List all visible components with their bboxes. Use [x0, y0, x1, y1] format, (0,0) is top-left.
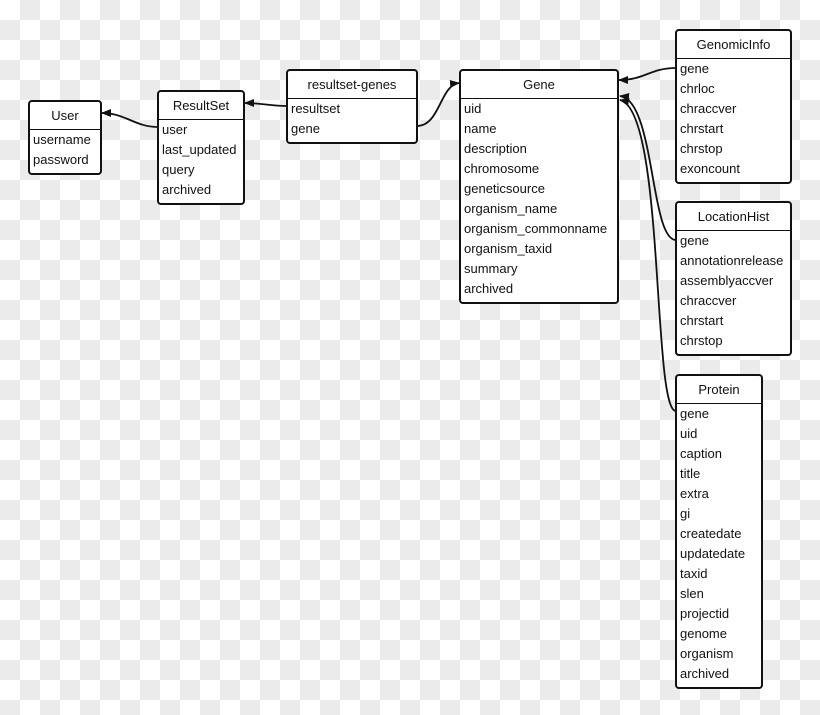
field-row: archived — [162, 182, 212, 197]
entity-resultset-genes[interactable]: resultset-genes resultset gene — [286, 69, 418, 144]
field-row: slen — [680, 586, 704, 601]
entity-genomicinfo[interactable]: GenomicInfo gene chrloc chraccver chrstart c… — [675, 29, 792, 184]
field-row: uid — [464, 101, 482, 116]
entity-protein[interactable]: Protein gene uid caption title extra gi create… — [675, 374, 763, 689]
field-row: gene — [680, 233, 709, 248]
link-protein-gene — [619, 98, 677, 412]
field-row: gene — [680, 61, 709, 76]
field-row: archived — [680, 666, 730, 681]
entity-title: Protein — [677, 376, 761, 404]
field-row: query — [162, 162, 195, 177]
entity-title: Gene — [461, 71, 617, 99]
field-row: geneticsource — [464, 181, 545, 196]
entity-resultset[interactable]: ResultSet user last_updatedquery archived — [157, 90, 245, 205]
field-row: resultset — [291, 101, 341, 116]
field-row: chrloc — [680, 81, 715, 96]
field-row: updatedate — [680, 546, 746, 561]
field-row: username — [33, 132, 91, 147]
field-row: title — [680, 466, 701, 481]
field-row: taxid — [680, 566, 708, 581]
field-row: gene — [291, 121, 320, 136]
entity-title: resultset-genes — [288, 71, 416, 99]
field-row: annotationrelease — [680, 253, 784, 268]
entity-user[interactable]: User username password — [28, 100, 102, 175]
field-row: name — [464, 121, 497, 136]
entity-title: User — [30, 102, 100, 130]
field-row: gi — [680, 506, 691, 521]
field-row: archived — [464, 281, 514, 296]
field-row: gene — [680, 406, 709, 421]
entity-gene[interactable]: Gene uid name description chromosome genetic… — [459, 69, 619, 304]
link-genomicinfo-gene — [618, 67, 677, 84]
field-row: organism — [680, 646, 734, 661]
field-row: assemblyaccver — [680, 273, 774, 288]
entity-locationhist[interactable]: LocationHist gene annotationrelease assemb… — [675, 201, 792, 356]
field-row: caption — [680, 446, 722, 461]
entity-title: LocationHist — [677, 203, 790, 231]
field-row: user — [162, 122, 188, 137]
field-row: organism_name — [464, 201, 558, 216]
field-row: chraccver — [680, 293, 737, 308]
field-row: summary — [464, 261, 518, 276]
field-row: projectid — [680, 606, 730, 621]
field-row: chrstop — [680, 333, 723, 348]
link-locationhist-gene — [619, 93, 677, 241]
field-row: extra — [680, 486, 709, 501]
field-row: chrstart — [680, 313, 724, 328]
field-row: description — [464, 141, 527, 156]
field-row: exoncount — [680, 161, 740, 176]
field-row: chrstart — [680, 121, 724, 136]
field-row: genome — [680, 626, 727, 641]
link-resultset-user — [101, 109, 159, 128]
field-row: organism_commonname — [464, 221, 608, 236]
field-row: createdate — [680, 526, 742, 541]
field-row: chraccver — [680, 101, 737, 116]
entity-title: GenomicInfo — [677, 31, 790, 59]
field-row: uid — [680, 426, 698, 441]
entity-title: ResultSet — [159, 92, 243, 120]
field-row: last_updated — [162, 142, 237, 157]
field-row: password — [33, 152, 89, 167]
field-row: chrstop — [680, 141, 723, 156]
field-row: organism_taxid — [464, 241, 553, 256]
field-row: chromosome — [464, 161, 540, 176]
link-resultsetgenes-gene — [416, 79, 460, 127]
link-resultsetgenes-resultset — [244, 99, 288, 108]
